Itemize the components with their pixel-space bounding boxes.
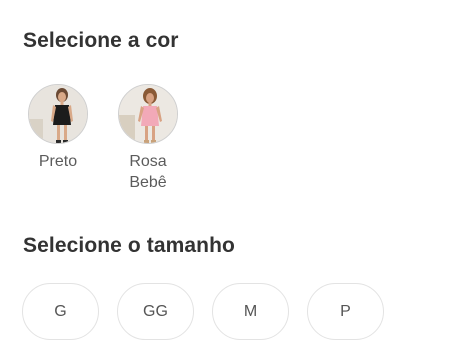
size-button-gg[interactable]: GG [117,283,194,340]
color-section-title: Selecione a cor [23,29,179,52]
color-label: Rosa Bebê [129,153,167,191]
color-swatch-image-rosa-bebe [118,84,178,144]
color-option-preto[interactable]: Preto [18,84,98,172]
size-button-g[interactable]: G [22,283,99,340]
color-option-rosa-bebe[interactable]: Rosa Bebê [108,84,188,193]
color-label: Preto [38,153,78,170]
color-swatch-image-preto [28,84,88,144]
size-button-m[interactable]: M [212,283,289,340]
size-button-p[interactable]: P [307,283,384,340]
product-variant-selector: Selecione a cor Preto Rosa Bebê Selecion… [0,0,465,360]
model-pink-dress-thumbnail-icon [119,85,177,143]
size-section-title: Selecione o tamanho [23,234,235,257]
model-black-dress-thumbnail-icon [29,85,87,143]
